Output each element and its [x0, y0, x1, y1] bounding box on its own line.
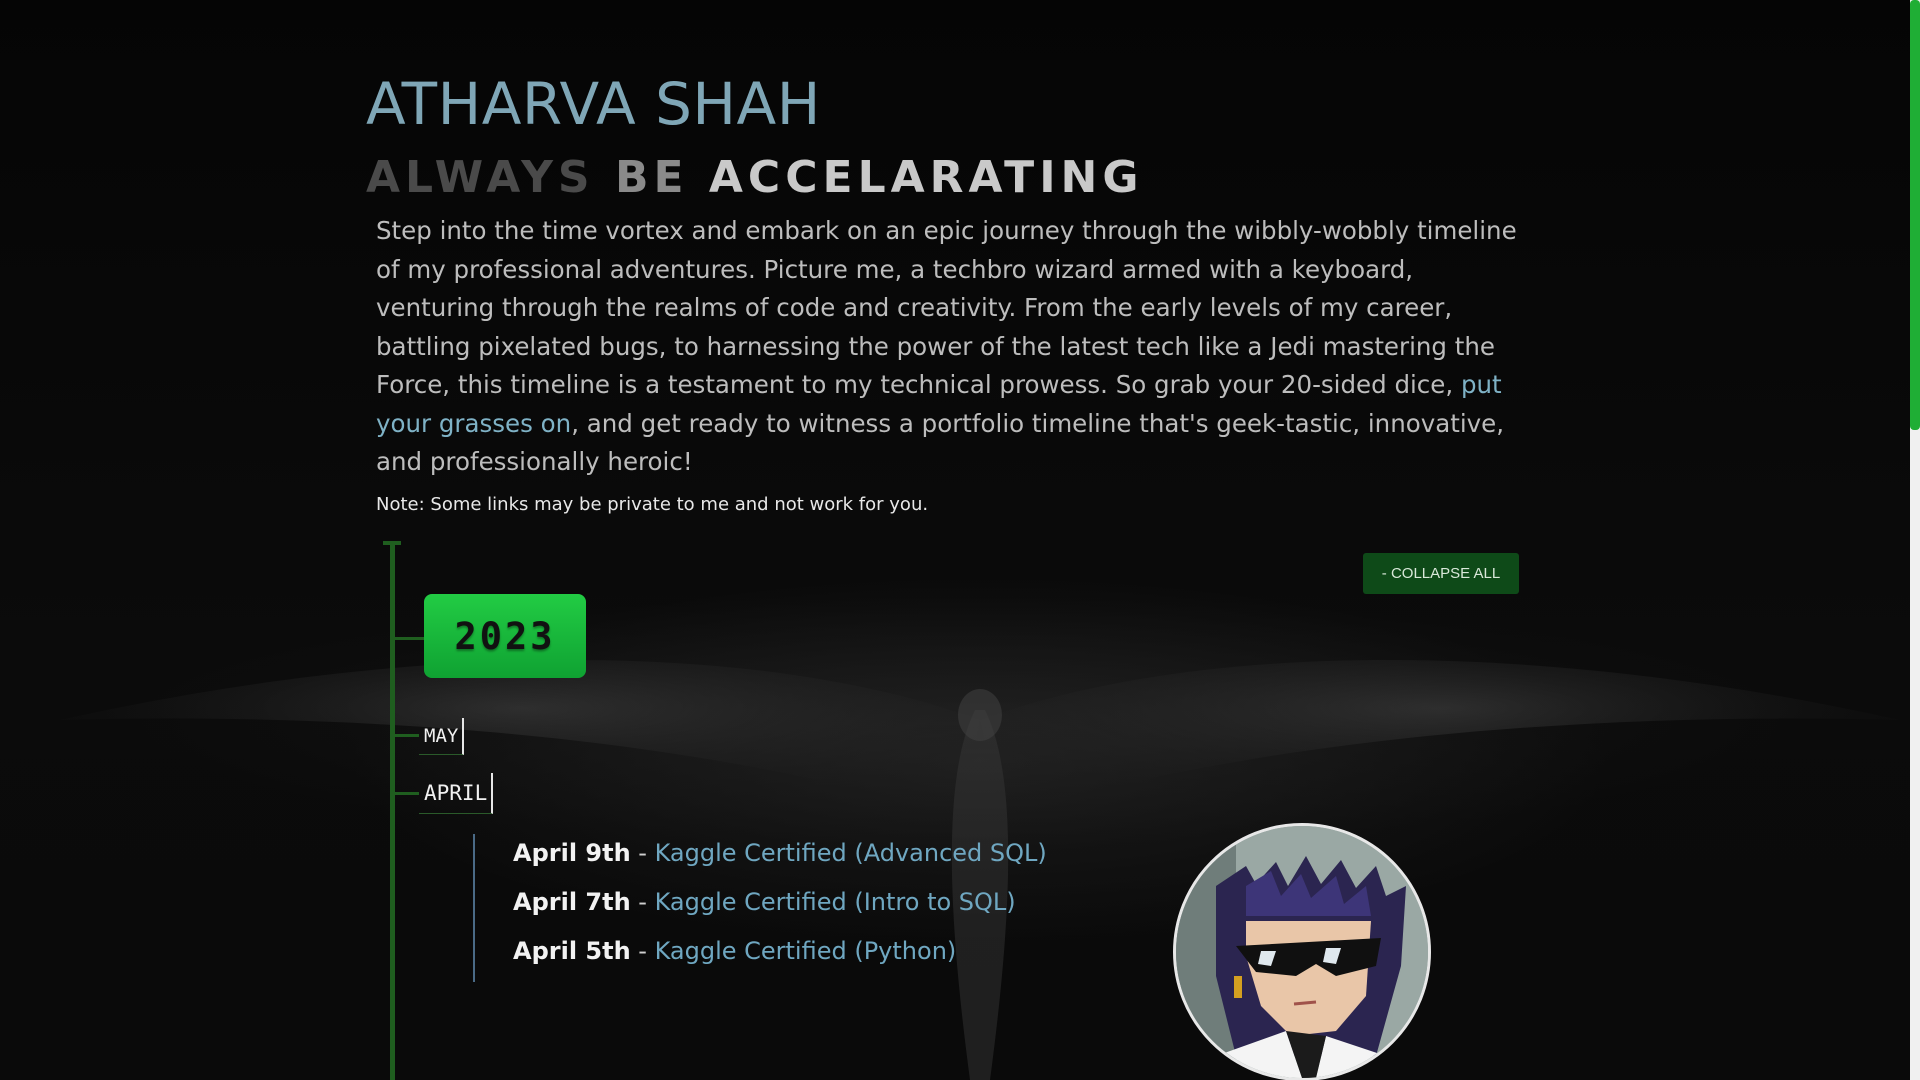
- timeline-line: [390, 543, 395, 1080]
- timeline-entry: April 7th - Kaggle Certified (Intro to S…: [513, 888, 1016, 916]
- entry-separator: -: [630, 888, 655, 916]
- intro-text-start: Step into the time vortex and embark on …: [376, 216, 1517, 399]
- timeline-entry: April 9th - Kaggle Certified (Advanced S…: [513, 839, 1047, 867]
- entry-date: April 9th: [513, 839, 631, 867]
- entry-link[interactable]: Kaggle Certified (Intro to SQL): [655, 888, 1016, 916]
- entry-link[interactable]: Kaggle Certified (Python): [655, 937, 957, 965]
- entry-link[interactable]: Kaggle Certified (Advanced SQL): [655, 839, 1047, 867]
- tagline-word-always: ALWAYS: [366, 152, 595, 203]
- entry-separator: -: [630, 839, 655, 867]
- anime-avatar-icon: [1176, 826, 1428, 1078]
- year-badge[interactable]: 2023: [424, 594, 586, 678]
- scrollbar-thumb[interactable]: [1910, 0, 1920, 430]
- collapse-all-button[interactable]: - COLLAPSE ALL: [1363, 553, 1519, 594]
- entry-date: April 5th: [513, 937, 631, 965]
- month-toggle-may[interactable]: MAY: [419, 718, 465, 755]
- page: ATHARVA SHAH ALWAYS BE ACCELARATING Step…: [0, 0, 1920, 1080]
- timeline-tick-april: [395, 792, 419, 795]
- timeline-entry: April 5th - Kaggle Certified (Python): [513, 937, 956, 965]
- intro-paragraph: Step into the time vortex and embark on …: [376, 212, 1526, 482]
- entry-separator: -: [630, 937, 655, 965]
- tagline: ALWAYS BE ACCELARATING: [366, 152, 1144, 203]
- avatar: [1173, 823, 1431, 1080]
- entry-date: April 7th: [513, 888, 631, 916]
- timeline-tick-year: [395, 637, 424, 640]
- privacy-note: Note: Some links may be private to me an…: [376, 494, 929, 515]
- entries-guide-line: [473, 834, 475, 982]
- tagline-word-be: BE: [614, 152, 689, 203]
- timeline-tick-may: [395, 734, 419, 737]
- page-title: ATHARVA SHAH: [366, 70, 821, 138]
- month-toggle-april[interactable]: APRIL: [419, 773, 494, 814]
- tagline-word-accelarating: ACCELARATING: [708, 152, 1144, 203]
